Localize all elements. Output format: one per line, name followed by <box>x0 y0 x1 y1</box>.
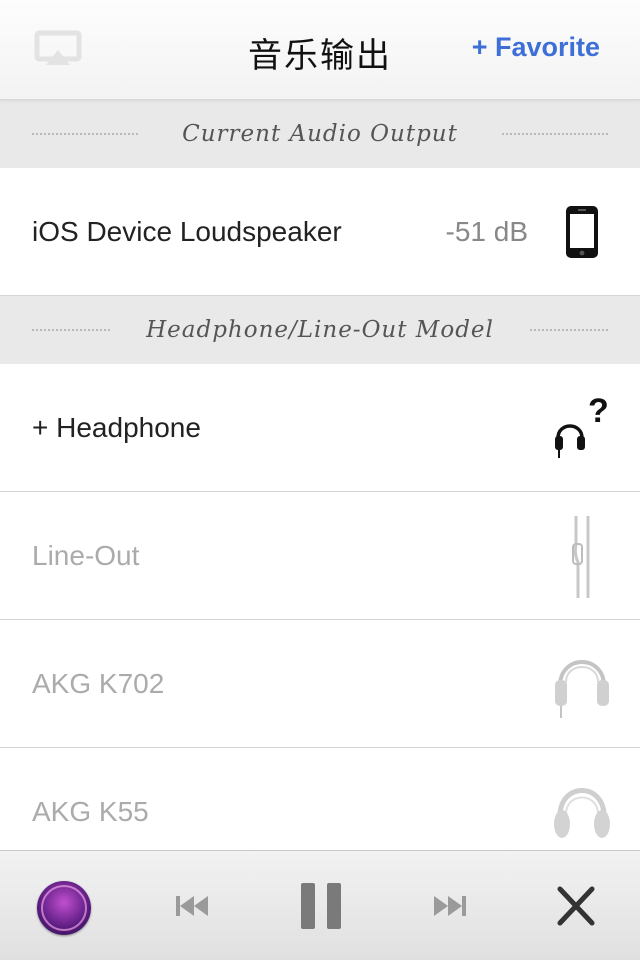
player-bar <box>0 850 640 960</box>
model-row-add-headphone[interactable]: + Headphone ? <box>0 364 640 492</box>
current-output-row[interactable]: iOS Device Loudspeaker -51 dB <box>0 168 640 296</box>
section-header-current-output: Current Audio Output <box>0 100 640 168</box>
next-track-icon[interactable] <box>430 879 470 933</box>
line-out-cable-icon <box>572 516 590 598</box>
divider <box>530 329 608 331</box>
output-device-label: iOS Device Loudspeaker <box>32 216 342 247</box>
album-art-ring <box>41 885 87 931</box>
output-level-value: -51 dB <box>445 216 529 247</box>
svg-text:?: ? <box>588 392 609 430</box>
close-icon[interactable] <box>554 879 598 933</box>
section-title: Current Audio Output <box>176 121 464 147</box>
album-art[interactable] <box>37 881 91 935</box>
add-favorite-button[interactable]: + Favorite <box>472 32 600 63</box>
headphone-question-icon: ? <box>555 392 609 458</box>
pause-icon[interactable] <box>298 879 344 933</box>
divider <box>32 133 138 135</box>
headphone-icon <box>555 660 609 718</box>
section-title: Headphone/Line-Out Model <box>140 317 500 343</box>
model-label: Line-Out <box>32 540 140 571</box>
headphone-icon <box>554 788 610 838</box>
nav-bar: 音乐输出 + Favorite <box>0 0 640 100</box>
previous-track-icon[interactable] <box>172 879 212 933</box>
model-label: AKG K702 <box>32 668 165 699</box>
divider <box>32 329 110 331</box>
model-row-akg-k702[interactable]: AKG K702 <box>0 620 640 748</box>
divider <box>502 133 608 135</box>
model-label: + Headphone <box>32 412 201 443</box>
model-row-line-out[interactable]: Line-Out <box>0 492 640 620</box>
section-header-model: Headphone/Line-Out Model <box>0 296 640 364</box>
phone-icon <box>566 206 598 258</box>
